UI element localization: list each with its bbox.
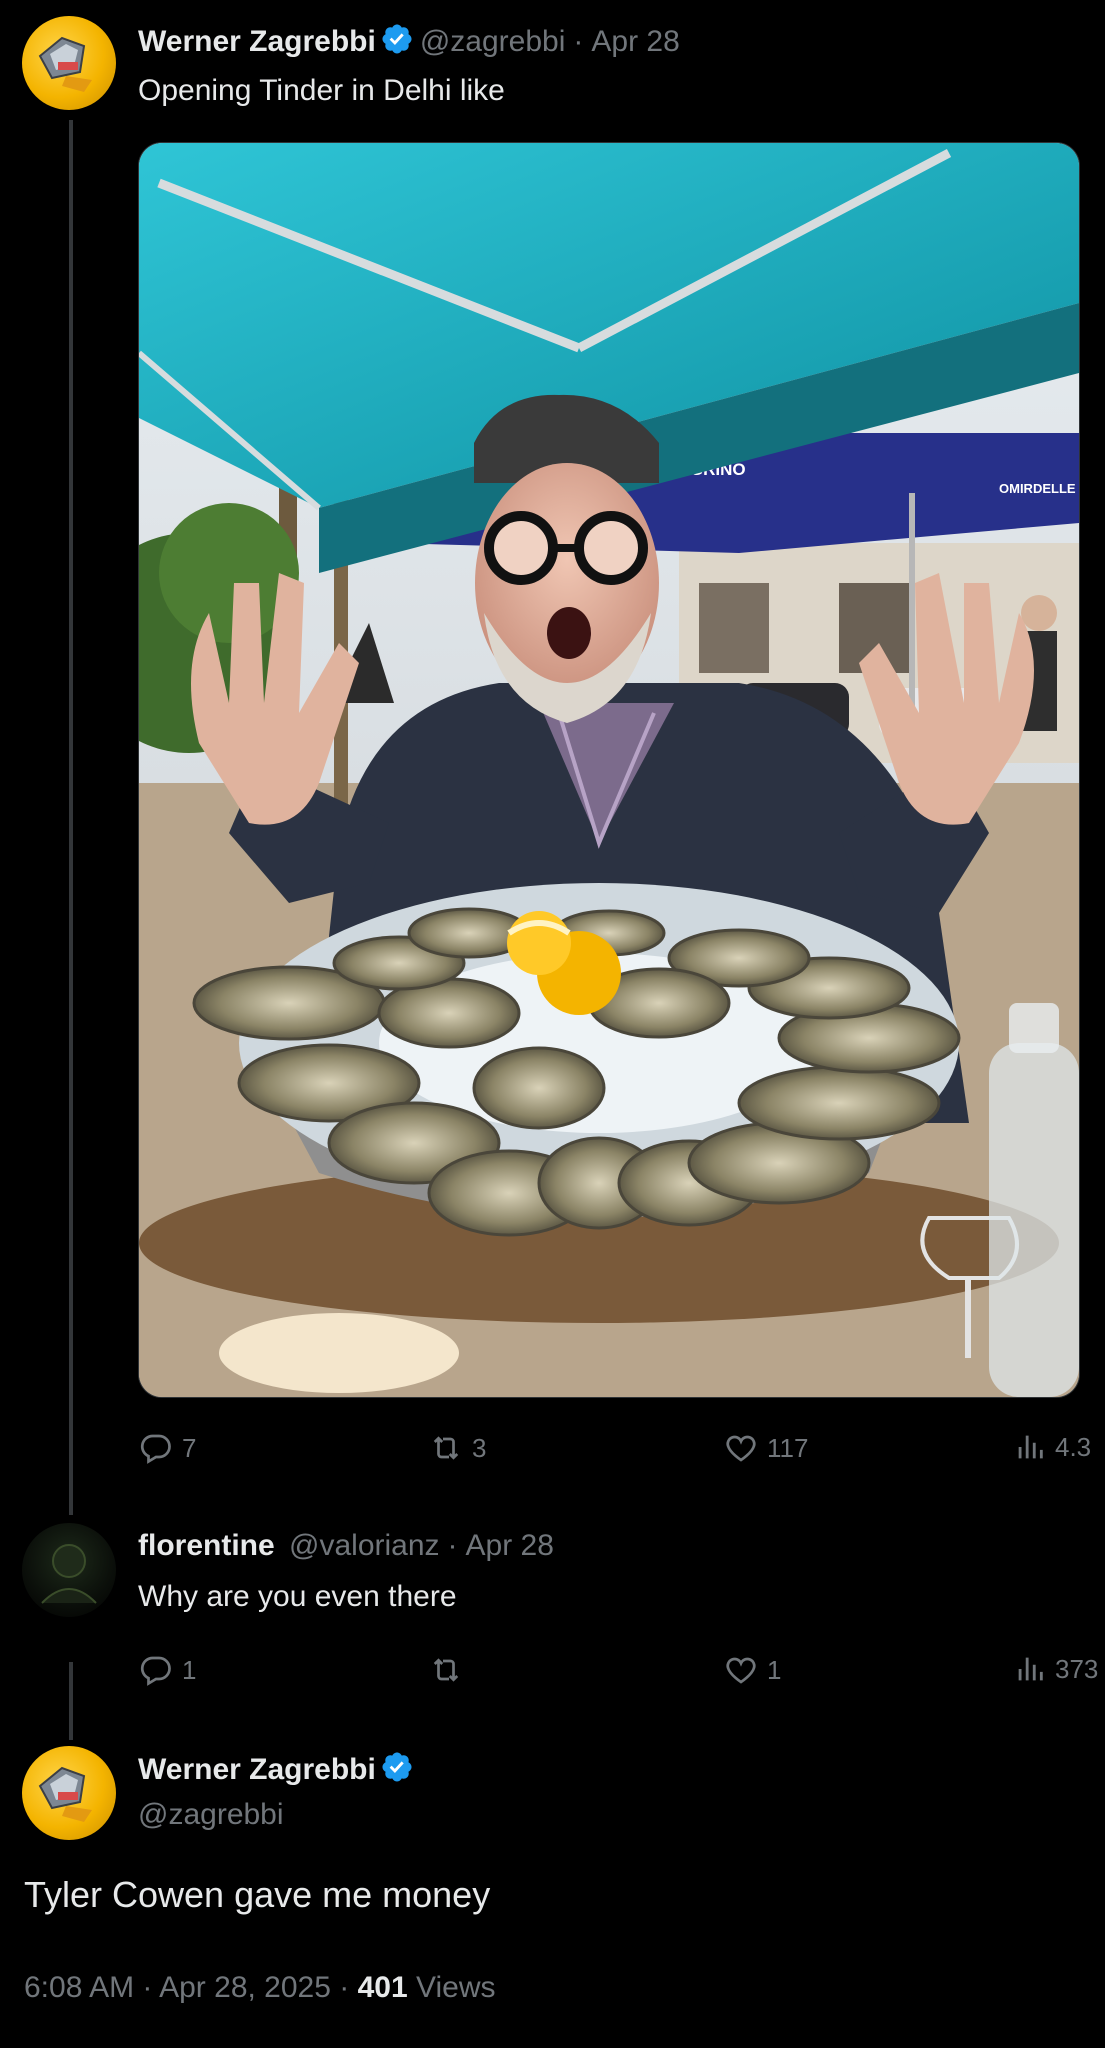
tweet-photo[interactable]: S.PELLEGRINO OMIRDELLE — [138, 142, 1080, 1398]
tweet-text: Opening Tinder in Delhi like — [138, 74, 505, 107]
reply-actions: 1 1 373 — [138, 1652, 1105, 1692]
like-icon — [723, 1652, 759, 1688]
reply-button[interactable]: 1 — [138, 1652, 196, 1688]
repost-icon — [428, 1652, 464, 1688]
tweet-actions: 7 3 117 4.3 — [138, 1430, 1105, 1470]
reply-avatar-art — [41, 1544, 97, 1604]
avatar-art — [38, 1766, 92, 1822]
umbrella-brand-mirrored-text: OMIRDELLE — [999, 481, 1076, 496]
views-total: 401 — [357, 1971, 408, 2004]
views-count: 373 — [1055, 1653, 1099, 1684]
views-icon — [1013, 1430, 1047, 1464]
views-button[interactable]: 4.3 — [1013, 1430, 1091, 1464]
reply-button[interactable]: 7 — [138, 1430, 196, 1466]
avatar-art — [38, 36, 92, 92]
author-name[interactable]: Werner Zagrebbi — [138, 25, 376, 58]
tweet-date[interactable]: Apr 28 — [591, 25, 679, 58]
reply-date[interactable]: Apr 28 — [466, 1529, 554, 1562]
photo-illustration: S.PELLEGRINO OMIRDELLE — [139, 143, 1079, 1397]
tweet-time[interactable]: 6:08 AM — [24, 1971, 134, 2004]
reply-avatar[interactable] — [22, 1523, 116, 1617]
reply-count: 1 — [182, 1654, 197, 1685]
reply-icon — [138, 1652, 174, 1688]
avatar[interactable] — [22, 16, 116, 110]
separator: · — [339, 1971, 350, 2004]
repost-button[interactable]: 3 — [428, 1430, 486, 1466]
views-icon — [1013, 1652, 1047, 1686]
views-label: Views — [416, 1971, 496, 2004]
main-author-handle[interactable]: @zagrebbi — [138, 1797, 284, 1833]
main-author-name[interactable]: Werner Zagrebbi — [138, 1753, 376, 1786]
separator: · — [573, 25, 584, 58]
views-button[interactable]: 373 — [1013, 1652, 1098, 1686]
author-handle[interactable]: @zagrebbi — [420, 25, 566, 58]
reply-count: 7 — [182, 1432, 197, 1463]
main-tweet-header: Werner Zagrebbi — [138, 1750, 420, 1793]
verified-badge-icon — [380, 22, 414, 65]
like-button[interactable]: 117 — [723, 1430, 808, 1466]
reply-author-name[interactable]: florentine — [138, 1529, 275, 1562]
views-count: 4.3 — [1055, 1431, 1092, 1462]
like-icon — [723, 1430, 759, 1466]
separator: · — [142, 1971, 153, 2004]
repost-icon — [428, 1430, 464, 1466]
like-count: 1 — [767, 1654, 782, 1685]
main-tweet-text: Tyler Cowen gave me money — [24, 1874, 491, 1915]
tweet-full-date[interactable]: Apr 28, 2025 — [159, 1971, 331, 2004]
tweet-meta: 6:08 AM · Apr 28, 2025 · 401 Views — [24, 1971, 495, 2005]
verified-badge-icon — [380, 1750, 414, 1793]
reply-icon — [138, 1430, 174, 1466]
repost-count: 3 — [472, 1432, 487, 1463]
reply-author-handle[interactable]: @valorianz — [289, 1529, 440, 1562]
thread-line-reply — [69, 1662, 73, 1740]
like-count: 117 — [767, 1432, 809, 1463]
thread-line-top — [69, 120, 73, 1515]
main-avatar[interactable] — [22, 1746, 116, 1840]
like-button[interactable]: 1 — [723, 1652, 781, 1688]
separator: · — [447, 1529, 458, 1562]
reply-header: florentine @valorianz · Apr 28 — [138, 1528, 554, 1564]
repost-button[interactable] — [428, 1652, 472, 1688]
tweet-header: Werner Zagrebbi @zagrebbi · Apr 28 — [138, 22, 680, 65]
reply-text: Why are you even there — [138, 1580, 457, 1613]
